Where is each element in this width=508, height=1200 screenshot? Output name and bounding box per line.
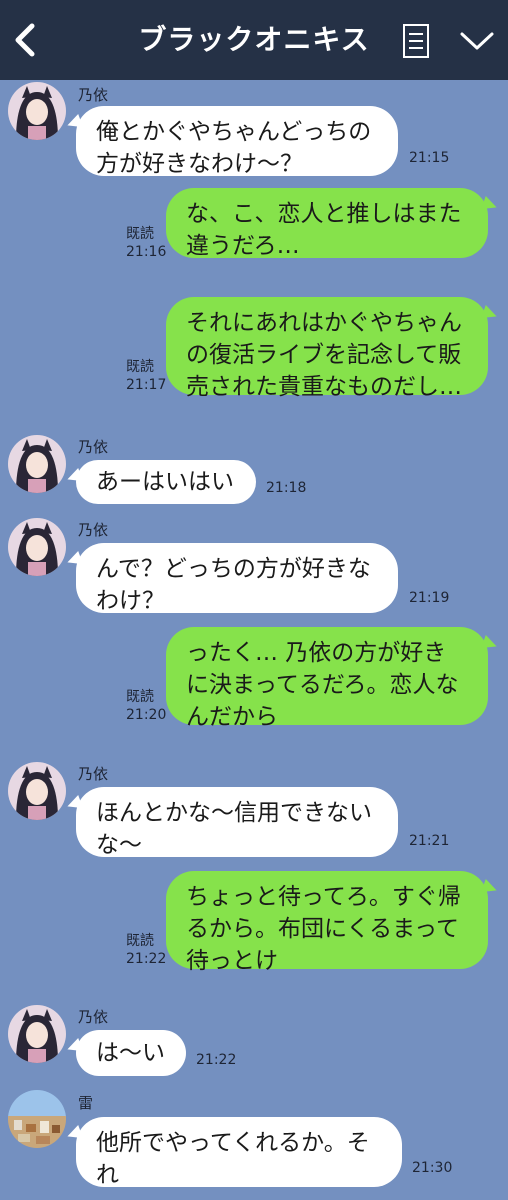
- menu-button[interactable]: [400, 22, 434, 60]
- message-time: 21:30: [412, 1160, 453, 1176]
- message-bubble[interactable]: は〜い: [76, 1030, 186, 1076]
- message-bubble[interactable]: んで？どっちの方が好きな わけ？: [76, 543, 398, 614]
- message-bubble[interactable]: ほんとかな〜信用できない な〜: [76, 787, 398, 858]
- avatar-image: [8, 435, 66, 493]
- message-bubble[interactable]: ったく… 乃依の方が好き に決まってるだろ。恋人な んだから: [166, 627, 488, 730]
- expand-button[interactable]: [458, 28, 496, 54]
- message-time: 21:17: [126, 377, 167, 393]
- sender-name: 乃依: [78, 765, 109, 783]
- sender-name: 雷: [78, 1094, 94, 1112]
- avatar[interactable]: [8, 762, 66, 820]
- message-bubble[interactable]: 俺とかぐやちゃんどっちの 方が好きなわけ〜？: [76, 106, 398, 177]
- avatar-image: [8, 762, 66, 820]
- sender-name: 乃依: [78, 86, 109, 104]
- message-time: 21:21: [409, 833, 450, 849]
- message-bubble[interactable]: あーはいはい: [76, 460, 256, 504]
- avatar[interactable]: [8, 82, 66, 140]
- avatar[interactable]: [8, 518, 66, 576]
- menu-list-icon: [403, 24, 429, 58]
- message-bubble[interactable]: それにあれはかぐやちゃん の復活ライブを記念して販 売された貴重なものだし…: [166, 297, 488, 400]
- message-bubble[interactable]: 他所でやってくれるか。そ れ: [76, 1117, 402, 1188]
- chevron-down-icon: [460, 32, 494, 50]
- read-receipt: 既読: [126, 359, 154, 375]
- sender-name: 乃依: [78, 438, 109, 456]
- avatar-image: [8, 518, 66, 576]
- sender-name: 乃依: [78, 1008, 109, 1026]
- chat-header: ブラックオニキス: [0, 0, 508, 80]
- message-time: 21:18: [266, 480, 307, 496]
- avatar-image: [8, 82, 66, 140]
- avatar[interactable]: [8, 1090, 66, 1148]
- message-bubble[interactable]: ちょっと待ってろ。すぐ帰 るから。布団にくるまって 待っとけ: [166, 871, 488, 974]
- avatar-image: [8, 1005, 66, 1063]
- message-time: 21:22: [196, 1052, 237, 1068]
- message-time: 21:19: [409, 590, 450, 606]
- read-receipt: 既読: [126, 689, 154, 705]
- read-receipt: 既読: [126, 226, 154, 242]
- message-time: 21:20: [126, 707, 167, 723]
- avatar-image: [8, 1090, 66, 1148]
- sender-name: 乃依: [78, 521, 109, 539]
- avatar[interactable]: [8, 1005, 66, 1063]
- message-time: 21:16: [126, 244, 167, 260]
- avatar[interactable]: [8, 435, 66, 493]
- read-receipt: 既読: [126, 933, 154, 949]
- message-time: 21:22: [126, 951, 167, 967]
- message-bubble[interactable]: な、こ、恋人と推しはまた 違うだろ…: [166, 188, 488, 259]
- message-time: 21:15: [409, 150, 450, 166]
